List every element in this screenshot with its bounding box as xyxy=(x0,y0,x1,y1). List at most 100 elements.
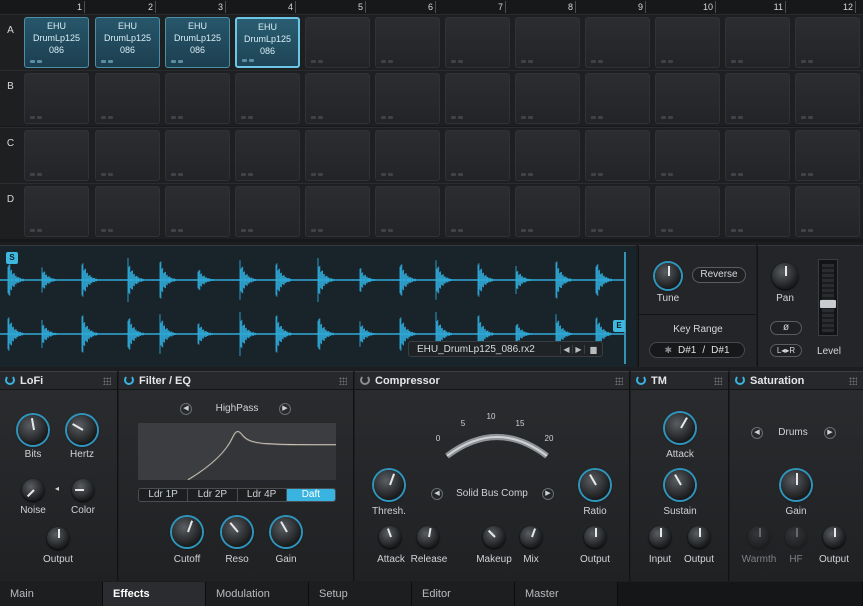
drum-pad[interactable] xyxy=(725,130,790,181)
warmth-knob[interactable] xyxy=(748,526,770,548)
prev-preset-button[interactable]: ◀ xyxy=(431,488,443,500)
drum-pad[interactable] xyxy=(725,186,790,237)
key-range-low[interactable]: D#1 xyxy=(678,345,696,356)
stereo-button[interactable]: L◂▸R xyxy=(770,344,802,357)
bits-knob[interactable] xyxy=(18,415,48,445)
filter-type-option[interactable]: Ldr 4P xyxy=(237,489,287,501)
drum-pad[interactable] xyxy=(515,186,580,237)
tab-setup[interactable]: Setup xyxy=(309,582,412,606)
reso-knob[interactable] xyxy=(222,517,252,547)
key-range-field[interactable]: ✱ D#1 / D#1 xyxy=(649,342,745,358)
drum-pad[interactable] xyxy=(725,17,790,68)
power-icon[interactable] xyxy=(360,375,370,385)
tm-input-knob[interactable] xyxy=(649,526,671,548)
power-icon[interactable] xyxy=(5,375,15,385)
chevron-left-icon[interactable]: ◀ xyxy=(560,344,572,354)
next-saturation-mode-button[interactable]: ▶ xyxy=(824,427,836,439)
drum-pad[interactable] xyxy=(795,17,860,68)
drum-pad[interactable] xyxy=(585,130,650,181)
saturation-gain-knob[interactable] xyxy=(781,470,811,500)
sample-end-marker[interactable]: E xyxy=(613,320,625,332)
drum-pad[interactable] xyxy=(305,73,370,124)
folder-icon[interactable]: ▆ xyxy=(584,344,602,354)
drag-grip-icon[interactable] xyxy=(849,377,857,385)
drum-pad[interactable] xyxy=(795,73,860,124)
hertz-knob[interactable] xyxy=(67,415,97,445)
drum-pad[interactable]: EHU DrumLp125 086 xyxy=(95,17,160,68)
next-preset-button[interactable]: ▶ xyxy=(542,488,554,500)
mix-knob[interactable] xyxy=(520,526,542,548)
drum-pad[interactable] xyxy=(24,130,89,181)
drum-pad[interactable] xyxy=(235,186,300,237)
drum-pad[interactable] xyxy=(585,73,650,124)
tab-modulation[interactable]: Modulation xyxy=(206,582,309,606)
next-mode-button[interactable]: ▶ xyxy=(279,403,291,415)
color-knob[interactable] xyxy=(72,479,94,501)
noise-knob[interactable] xyxy=(22,479,44,501)
drum-pad[interactable] xyxy=(375,73,440,124)
drum-pad[interactable] xyxy=(165,130,230,181)
filter-mode[interactable]: HighPass xyxy=(197,403,277,414)
drum-pad[interactable] xyxy=(445,186,510,237)
drag-grip-icon[interactable] xyxy=(103,377,111,385)
drum-pad[interactable] xyxy=(445,130,510,181)
drum-pad[interactable] xyxy=(24,186,89,237)
drum-pad[interactable] xyxy=(445,17,510,68)
drum-pad[interactable] xyxy=(375,130,440,181)
drum-pad[interactable] xyxy=(95,130,160,181)
sample-start-marker[interactable]: S xyxy=(6,252,18,264)
drum-pad[interactable] xyxy=(375,17,440,68)
filter-response-graph[interactable] xyxy=(138,423,337,481)
makeup-knob[interactable] xyxy=(483,526,505,548)
pan-knob[interactable] xyxy=(772,263,798,289)
tab-main[interactable]: Main xyxy=(0,582,103,606)
drum-pad[interactable] xyxy=(515,130,580,181)
drum-pad[interactable] xyxy=(655,17,720,68)
tm-attack-knob[interactable] xyxy=(665,413,695,443)
drum-pad[interactable]: EHU DrumLp125 086 xyxy=(235,17,300,68)
drum-pad[interactable] xyxy=(305,130,370,181)
tab-master[interactable]: Master xyxy=(515,582,618,606)
drum-pad[interactable] xyxy=(445,73,510,124)
saturation-mode[interactable]: Drums xyxy=(768,427,818,438)
attack-knob[interactable] xyxy=(379,526,401,548)
filter-type-option[interactable]: Ldr 1P xyxy=(139,489,189,501)
saturation-output-knob[interactable] xyxy=(823,526,845,548)
tune-knob[interactable] xyxy=(655,263,681,289)
compressor-output-knob[interactable] xyxy=(584,526,606,548)
drum-pad[interactable] xyxy=(515,73,580,124)
filter-gain-knob[interactable] xyxy=(271,517,301,547)
drum-pad[interactable] xyxy=(795,186,860,237)
tab-editor[interactable]: Editor xyxy=(412,582,515,606)
drum-pad[interactable] xyxy=(655,186,720,237)
level-fader[interactable] xyxy=(820,300,836,308)
phase-invert-button[interactable]: ø xyxy=(770,321,802,335)
drag-grip-icon[interactable] xyxy=(615,377,623,385)
drum-pad[interactable] xyxy=(655,73,720,124)
drum-pad[interactable] xyxy=(305,186,370,237)
drum-pad[interactable]: EHU DrumLp125 086 xyxy=(24,17,89,68)
drum-pad[interactable] xyxy=(24,73,89,124)
drum-pad[interactable] xyxy=(165,73,230,124)
drum-pad[interactable] xyxy=(585,186,650,237)
tab-effects[interactable]: Effects xyxy=(103,582,206,606)
compressor-preset[interactable]: Solid Bus Comp xyxy=(447,488,537,499)
key-range-high[interactable]: D#1 xyxy=(711,345,729,356)
drum-pad[interactable] xyxy=(515,17,580,68)
filter-type-option[interactable]: Ldr 2P xyxy=(188,489,238,501)
cutoff-knob[interactable] xyxy=(172,517,202,547)
tm-sustain-knob[interactable] xyxy=(665,470,695,500)
drum-pad[interactable] xyxy=(655,130,720,181)
drum-pad[interactable] xyxy=(235,130,300,181)
power-icon[interactable] xyxy=(735,375,745,385)
power-icon[interactable] xyxy=(124,375,134,385)
release-knob[interactable] xyxy=(417,526,439,548)
hf-knob[interactable] xyxy=(785,526,807,548)
drum-pad[interactable] xyxy=(725,73,790,124)
drum-pad[interactable] xyxy=(585,17,650,68)
tm-output-knob[interactable] xyxy=(688,526,710,548)
drum-pad[interactable] xyxy=(795,130,860,181)
reverse-button[interactable]: Reverse xyxy=(692,267,746,283)
drum-pad[interactable] xyxy=(375,186,440,237)
prev-saturation-mode-button[interactable]: ◀ xyxy=(751,427,763,439)
